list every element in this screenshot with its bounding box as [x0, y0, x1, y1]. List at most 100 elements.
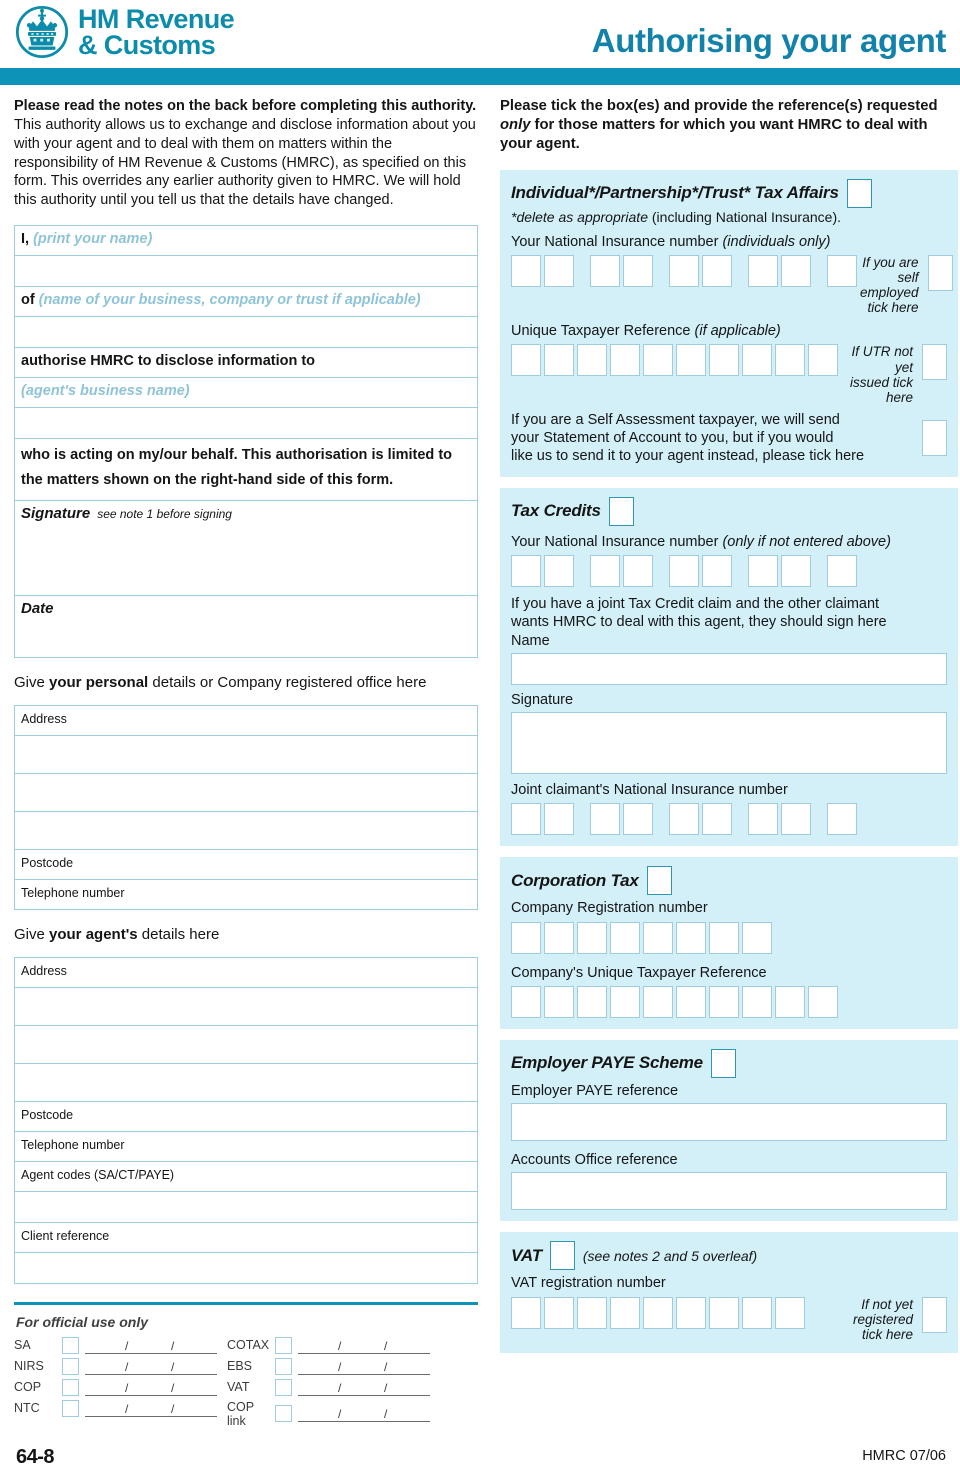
personal-address-line-3[interactable] — [15, 774, 477, 812]
official-dateline-cop-link[interactable]: / / — [298, 1405, 430, 1423]
official-dateline-cotax[interactable]: / / — [298, 1337, 430, 1354]
personal-telephone[interactable]: Telephone number — [15, 880, 477, 910]
ni-char-box[interactable] — [702, 254, 732, 287]
vat-char-box[interactable] — [511, 1296, 541, 1329]
official-tickbox-ebs[interactable] — [275, 1357, 292, 1375]
employer-paye-tickbox[interactable] — [710, 1048, 736, 1078]
utr-char-box[interactable] — [676, 344, 706, 377]
client-reference[interactable]: Client reference — [15, 1223, 477, 1253]
agent-postcode[interactable]: Postcode — [15, 1102, 477, 1132]
statement-of-account-tickbox[interactable] — [922, 420, 947, 457]
agent-address-line-1[interactable]: Address — [15, 958, 477, 988]
row-business-name[interactable]: of (name of your business, company or tr… — [15, 287, 477, 317]
utr-char-box[interactable] — [544, 344, 574, 377]
crn-char-box[interactable] — [643, 921, 673, 954]
tc-ni-char-box[interactable] — [748, 554, 778, 587]
joint-ni-char-box[interactable] — [544, 803, 574, 836]
agent-address-line-4[interactable] — [15, 1064, 477, 1102]
cutr-char-box[interactable] — [742, 985, 772, 1018]
tc-ni-char-box[interactable] — [669, 554, 699, 587]
joint-ni-char-box[interactable] — [748, 803, 778, 836]
crn-char-box[interactable] — [709, 921, 739, 954]
vat-char-box[interactable] — [742, 1296, 772, 1329]
official-tickbox-vat[interactable] — [275, 1378, 292, 1396]
ni-char-box[interactable] — [590, 254, 620, 287]
official-dateline-sa[interactable]: / / — [85, 1337, 217, 1354]
vat-char-box[interactable] — [709, 1296, 739, 1329]
joint-ni-char-box[interactable] — [827, 803, 857, 836]
self-employed-tickbox[interactable] — [927, 254, 953, 291]
official-tickbox-sa[interactable] — [62, 1336, 79, 1354]
row-agent-business-name[interactable]: (agent's business name) — [15, 378, 477, 408]
vat-char-box[interactable] — [676, 1296, 706, 1329]
ni-char-box[interactable] — [544, 254, 574, 287]
ni-char-box[interactable] — [827, 254, 857, 287]
utr-char-box[interactable] — [610, 344, 640, 377]
vat-char-box[interactable] — [610, 1296, 640, 1329]
ni-char-box[interactable] — [669, 254, 699, 287]
personal-address-line-2[interactable] — [15, 736, 477, 774]
crn-char-box[interactable] — [610, 921, 640, 954]
vat-char-box[interactable] — [544, 1296, 574, 1329]
joint-ni-char-box[interactable] — [702, 803, 732, 836]
row-print-name-continued[interactable] — [15, 256, 477, 287]
agent-address-line-2[interactable] — [15, 988, 477, 1026]
tc-ni-char-box[interactable] — [623, 554, 653, 587]
official-dateline-cop[interactable]: / / — [85, 1379, 217, 1396]
utr-char-box[interactable] — [511, 344, 541, 377]
official-tickbox-nirs[interactable] — [62, 1357, 79, 1375]
official-tickbox-ntc[interactable] — [62, 1399, 79, 1417]
vat-char-box[interactable] — [643, 1296, 673, 1329]
crn-char-box[interactable] — [544, 921, 574, 954]
tc-ni-char-box[interactable] — [827, 554, 857, 587]
vat-char-box[interactable] — [775, 1296, 805, 1329]
row-agent-business-name-continued[interactable] — [15, 408, 477, 439]
personal-postcode[interactable]: Postcode — [15, 850, 477, 880]
utr-char-box[interactable] — [775, 344, 805, 377]
crn-char-box[interactable] — [577, 921, 607, 954]
vat-tickbox[interactable] — [549, 1241, 575, 1271]
individual-tickbox[interactable] — [846, 178, 872, 208]
agent-telephone[interactable]: Telephone number — [15, 1132, 477, 1162]
vat-char-box[interactable] — [577, 1296, 607, 1329]
joint-claimant-signature-input[interactable] — [511, 712, 947, 775]
ni-char-box[interactable] — [748, 254, 778, 287]
cutr-char-box[interactable] — [808, 985, 838, 1018]
utr-not-issued-tickbox[interactable] — [922, 344, 947, 381]
utr-char-box[interactable] — [709, 344, 739, 377]
crn-char-box[interactable] — [511, 921, 541, 954]
joint-ni-char-box[interactable] — [590, 803, 620, 836]
official-tickbox-cop[interactable] — [62, 1378, 79, 1396]
official-dateline-vat[interactable]: / / — [298, 1379, 430, 1396]
cutr-char-box[interactable] — [676, 985, 706, 1018]
joint-claimant-name-input[interactable] — [511, 652, 947, 685]
row-date[interactable]: Date — [15, 596, 477, 658]
joint-ni-char-box[interactable] — [511, 803, 541, 836]
personal-address-line-1[interactable]: Address — [15, 706, 477, 736]
official-dateline-nirs[interactable]: / / — [85, 1358, 217, 1375]
utr-char-box[interactable] — [643, 344, 673, 377]
tc-ni-char-box[interactable] — [590, 554, 620, 587]
utr-char-box[interactable] — [577, 344, 607, 377]
corporation-tax-tickbox[interactable] — [646, 866, 672, 896]
row-signature[interactable]: Signature see note 1 before signing — [15, 501, 477, 596]
utr-char-box[interactable] — [808, 344, 838, 377]
ni-char-box[interactable] — [511, 254, 541, 287]
ni-char-box[interactable] — [623, 254, 653, 287]
tax-credits-tickbox[interactable] — [608, 496, 634, 526]
cutr-char-box[interactable] — [610, 985, 640, 1018]
ni-char-box[interactable] — [781, 254, 811, 287]
cutr-char-box[interactable] — [577, 985, 607, 1018]
official-tickbox-cop-link[interactable] — [275, 1405, 292, 1423]
cutr-char-box[interactable] — [544, 985, 574, 1018]
vat-not-registered-tickbox[interactable] — [922, 1296, 947, 1333]
agent-address-line-3[interactable] — [15, 1026, 477, 1064]
crn-char-box[interactable] — [742, 921, 772, 954]
row-print-name[interactable]: I, (print your name) — [15, 226, 477, 256]
crn-char-box[interactable] — [676, 921, 706, 954]
row-business-name-continued[interactable] — [15, 317, 477, 348]
joint-ni-char-box[interactable] — [781, 803, 811, 836]
official-tickbox-cotax[interactable] — [275, 1336, 292, 1354]
utr-char-box[interactable] — [742, 344, 772, 377]
official-dateline-ebs[interactable]: / / — [298, 1358, 430, 1375]
